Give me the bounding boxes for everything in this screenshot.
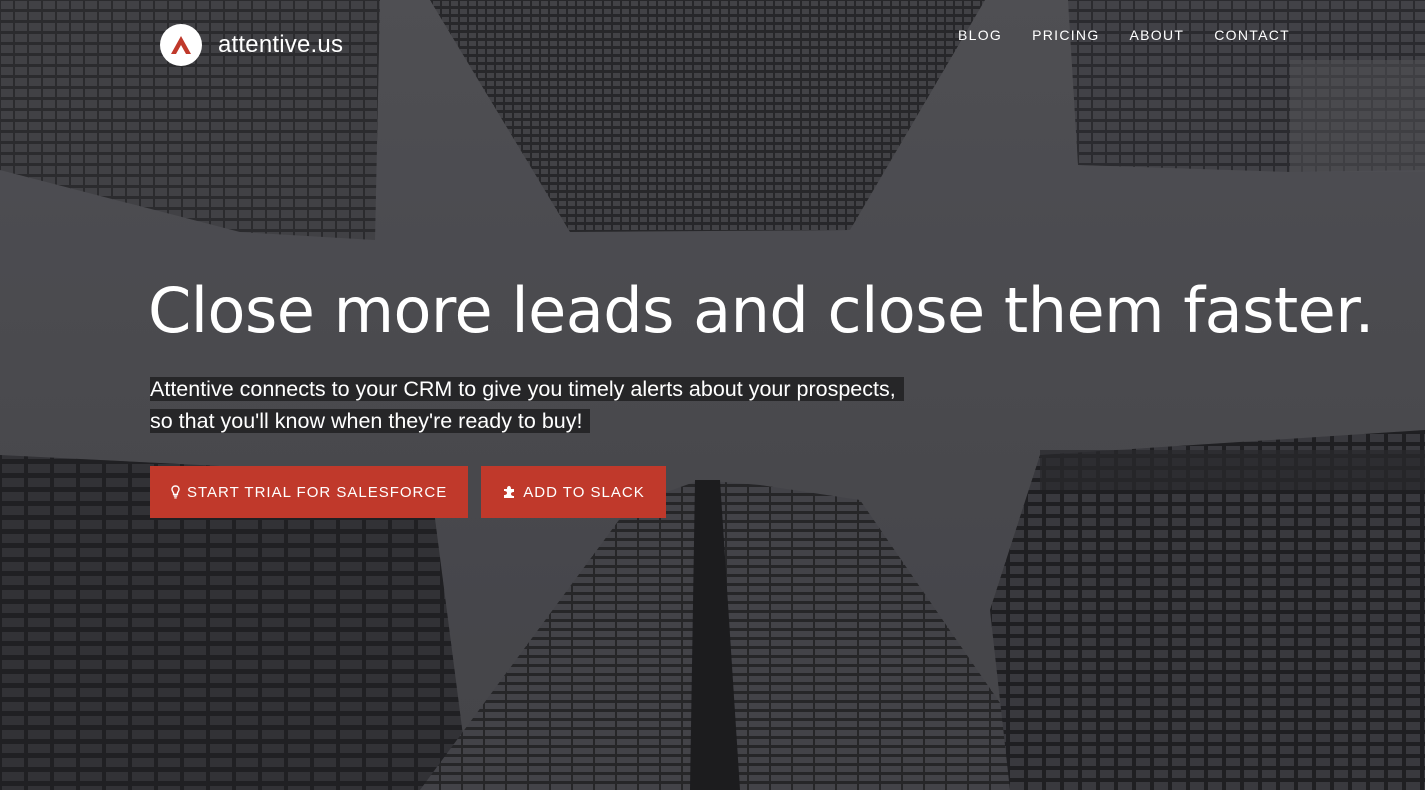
nav-link-blog[interactable]: BLOG <box>958 26 1002 44</box>
hero-subheadline-line-2: so that you'll know when they're ready t… <box>150 409 591 433</box>
add-to-slack-label: ADD TO SLACK <box>523 483 645 501</box>
main-nav: BLOG PRICING ABOUT CONTACT <box>958 26 1290 44</box>
attentive-logo-icon <box>160 24 202 66</box>
nav-link-pricing[interactable]: PRICING <box>1032 26 1099 44</box>
start-trial-salesforce-button[interactable]: START TRIAL FOR SALESFORCE <box>150 466 469 518</box>
hero-subheadline: Attentive connects to your CRM to give y… <box>150 373 930 437</box>
hero-subheadline-line-1: Attentive connects to your CRM to give y… <box>150 377 904 401</box>
nav-link-contact[interactable]: CONTACT <box>1214 26 1290 44</box>
brand-logo-link[interactable]: attentive.us <box>160 24 343 66</box>
add-to-slack-button[interactable]: ADD TO SLACK <box>481 466 666 518</box>
hero-cta-group: START TRIAL FOR SALESFORCE ADD TO SLACK <box>150 466 666 518</box>
lightbulb-icon <box>171 485 180 499</box>
brand-name: attentive.us <box>218 31 344 58</box>
start-trial-salesforce-label: START TRIAL FOR SALESFORCE <box>187 483 448 501</box>
nav-link-about[interactable]: ABOUT <box>1130 26 1185 44</box>
hero-headline: Close more leads and close them faster. <box>148 274 1374 347</box>
hero-section: attentive.us BLOG PRICING ABOUT CONTACT … <box>0 0 1425 790</box>
puzzle-icon <box>502 485 516 499</box>
